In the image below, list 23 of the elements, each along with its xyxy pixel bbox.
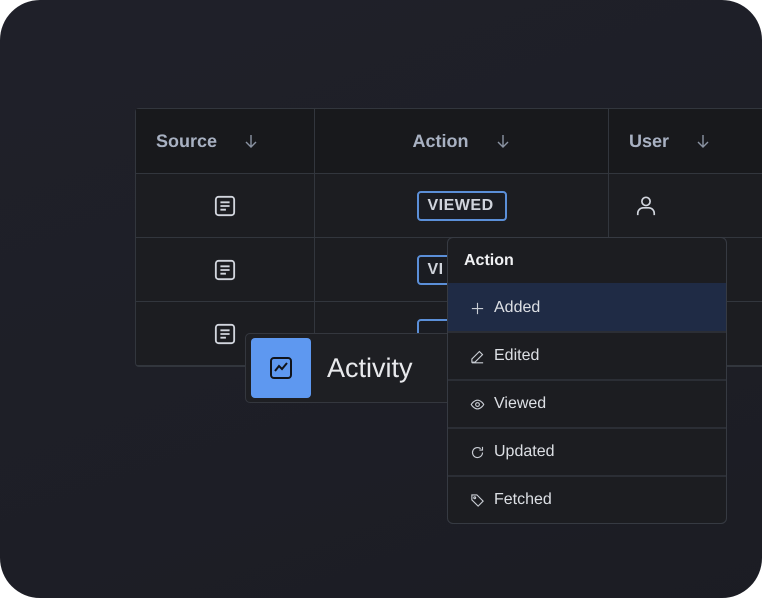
column-header[interactable]: Action bbox=[315, 109, 609, 174]
document-icon bbox=[214, 258, 236, 280]
menu-item[interactable]: Viewed bbox=[448, 379, 726, 427]
menu-item[interactable]: Added bbox=[448, 283, 726, 331]
refresh-icon bbox=[470, 444, 485, 460]
action-tag: VIEWED bbox=[416, 190, 506, 220]
column-header[interactable]: User bbox=[609, 109, 762, 174]
eye-icon bbox=[470, 396, 485, 412]
chart-icon bbox=[269, 356, 293, 380]
column-header[interactable]: Source bbox=[136, 109, 315, 174]
plus-icon bbox=[470, 300, 485, 316]
document-icon bbox=[214, 194, 236, 216]
menu-item[interactable]: Edited bbox=[448, 331, 726, 379]
arrow-down-icon bbox=[494, 133, 510, 149]
menu-item[interactable]: Fetched bbox=[448, 475, 726, 523]
activity-label: Activity bbox=[327, 352, 413, 384]
menu-item[interactable]: Updated bbox=[448, 427, 726, 475]
pencil-icon bbox=[470, 348, 485, 364]
tag-icon bbox=[470, 492, 485, 508]
document-icon bbox=[214, 322, 236, 344]
arrow-down-icon bbox=[243, 133, 260, 149]
arrow-down-icon bbox=[695, 133, 712, 149]
person-icon bbox=[635, 194, 657, 216]
